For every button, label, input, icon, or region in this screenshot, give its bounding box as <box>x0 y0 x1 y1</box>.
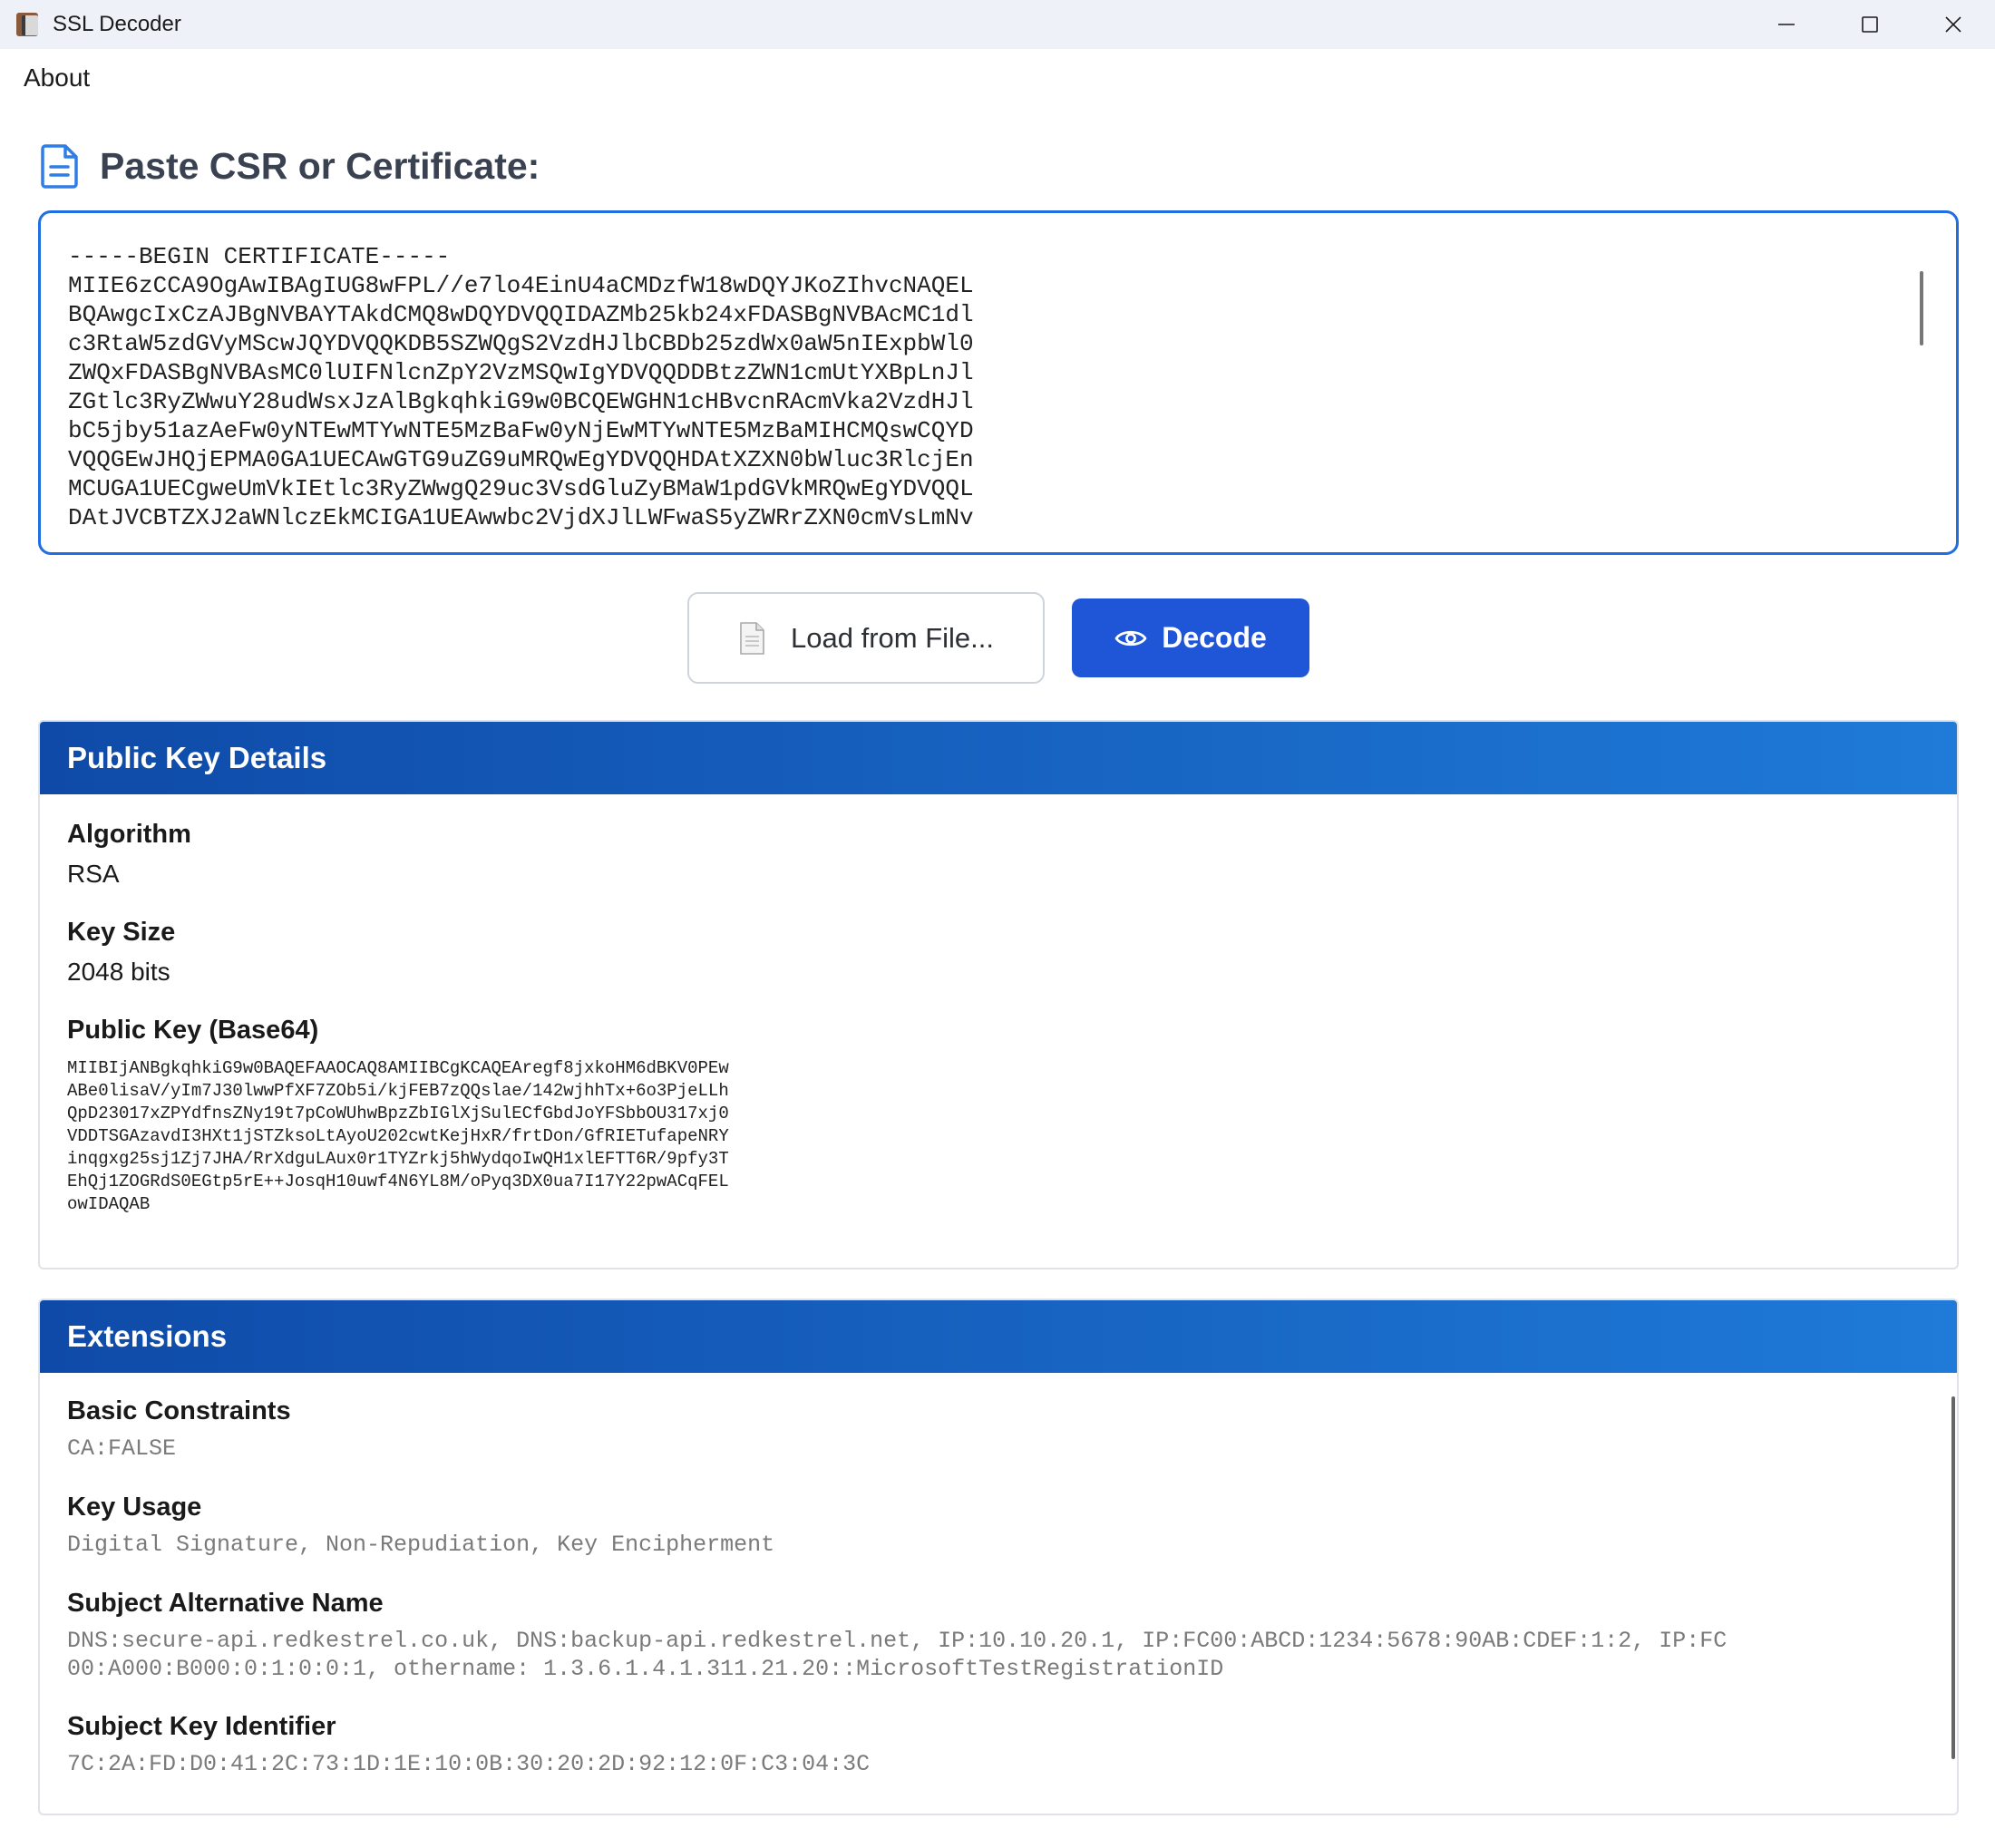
title-bar: SSL Decoder <box>0 0 1995 49</box>
public-key-base64-value: MIIBIjANBgkqhkiG9w0BAQEFAAOCAQ8AMIIBCgKC… <box>67 1058 729 1214</box>
key-size-label: Key Size <box>67 918 176 947</box>
subject-key-identifier-label: Subject Key Identifier <box>67 1712 336 1741</box>
decode-button[interactable]: Decode <box>1072 598 1309 677</box>
public-key-base64-label: Public Key (Base64) <box>67 1016 319 1045</box>
extensions-card: Extensions Basic Constraints CA:FALSE Ke… <box>38 1298 1959 1815</box>
window-title: SSL Decoder <box>53 12 181 36</box>
file-icon <box>740 621 764 655</box>
menu-bar: About <box>0 49 1995 109</box>
basic-constraints-label: Basic Constraints <box>67 1396 291 1425</box>
key-size-value: 2048 bits <box>67 958 170 986</box>
extensions-scrollbar[interactable] <box>1951 1396 1955 1759</box>
minimize-icon <box>1778 24 1795 25</box>
subject-alt-name-label: Subject Alternative Name <box>67 1589 384 1618</box>
input-section-header: Paste CSR or Certificate: <box>40 143 540 189</box>
certificate-text[interactable]: -----BEGIN CERTIFICATE----- MIIE6zCCA9Og… <box>68 242 974 532</box>
key-usage-label: Key Usage <box>67 1493 202 1522</box>
ssl-decoder-app-icon <box>15 11 42 38</box>
menu-about[interactable]: About <box>24 63 90 92</box>
minimize-button[interactable] <box>1745 0 1828 49</box>
basic-constraints-value: CA:FALSE <box>67 1435 177 1462</box>
public-key-header: Public Key Details <box>40 722 1957 794</box>
certificate-textarea[interactable]: -----BEGIN CERTIFICATE----- MIIE6zCCA9Og… <box>38 210 1959 555</box>
page-title: Paste CSR or Certificate: <box>100 144 540 187</box>
decode-label: Decode <box>1162 621 1267 654</box>
eye-icon <box>1114 630 1147 646</box>
subject-alt-name-value: DNS:secure-api.redkestrel.co.uk, DNS:bac… <box>67 1628 1727 1682</box>
close-button[interactable] <box>1912 0 1995 49</box>
close-icon <box>1945 16 1961 33</box>
window-controls <box>1745 0 1995 49</box>
maximize-icon <box>1862 16 1878 33</box>
maximize-button[interactable] <box>1828 0 1912 49</box>
public-key-title: Public Key Details <box>67 741 327 774</box>
textarea-scrollbar[interactable] <box>1920 271 1923 345</box>
load-from-file-label: Load from File... <box>791 621 994 654</box>
extensions-title: Extensions <box>67 1319 228 1353</box>
algorithm-value: RSA <box>67 860 120 888</box>
subject-key-identifier-value: 7C:2A:FD:D0:41:2C:73:1D:1E:10:0B:30:20:2… <box>67 1751 871 1777</box>
extensions-header: Extensions <box>40 1300 1957 1373</box>
document-icon <box>41 144 78 189</box>
algorithm-label: Algorithm <box>67 820 191 849</box>
load-from-file-button[interactable]: Load from File... <box>687 592 1045 684</box>
key-usage-value: Digital Signature, Non-Repudiation, Key … <box>67 1532 775 1558</box>
public-key-card: Public Key Details Algorithm RSA Key Siz… <box>38 720 1959 1269</box>
